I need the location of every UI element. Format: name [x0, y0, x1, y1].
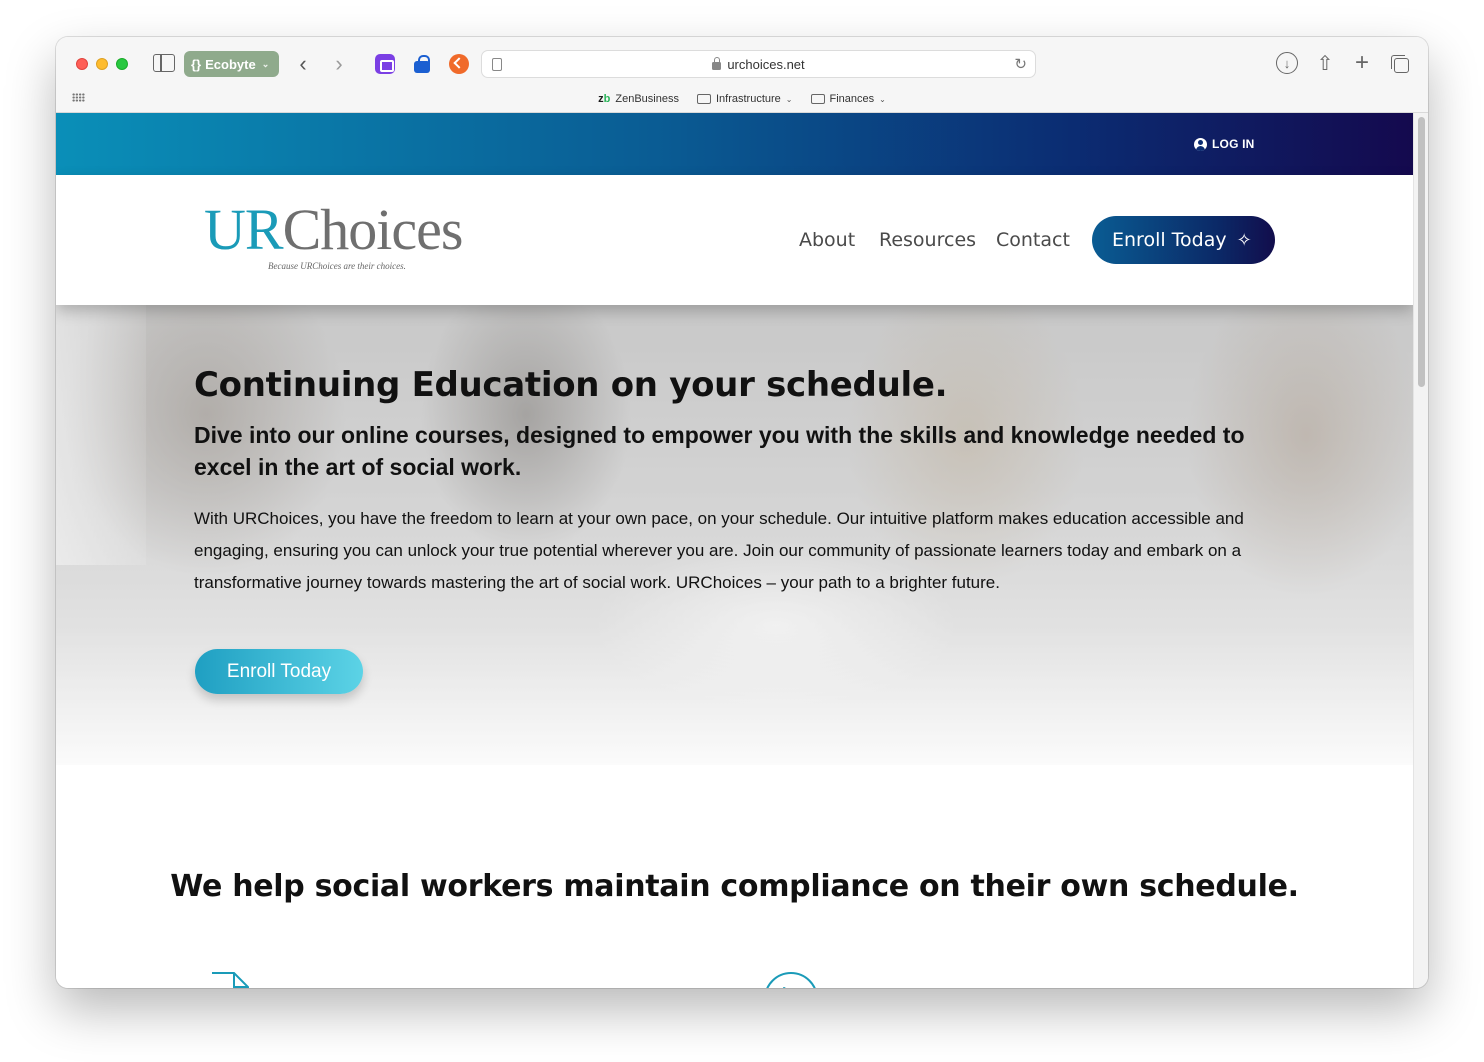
- hero-subtitle: Dive into our online courses, designed t…: [194, 422, 1245, 480]
- browser-toolbar: {} Ecobyte ⌄ ‹ › urchoices.net ↻ ↓ ⇧ + z…: [56, 37, 1428, 113]
- scrollbar-thumb[interactable]: [1418, 117, 1425, 387]
- minimize-window-button[interactable]: [96, 58, 108, 70]
- bookmark-finances[interactable]: Finances ⌄: [810, 93, 886, 105]
- sidebar-icon[interactable]: [153, 54, 175, 72]
- scrollbar[interactable]: [1413, 113, 1428, 988]
- enroll-today-hero-button[interactable]: Enroll Today: [195, 649, 363, 694]
- zoom-window-button[interactable]: [116, 58, 128, 70]
- close-window-button[interactable]: [76, 58, 88, 70]
- bookmark-zenbusiness[interactable]: zb ZenBusiness: [598, 93, 679, 105]
- new-tab-icon[interactable]: +: [1351, 49, 1373, 76]
- address-bar[interactable]: urchoices.net ↻: [481, 50, 1036, 78]
- enroll-today-nav-button[interactable]: Enroll Today ✧: [1092, 216, 1275, 264]
- top-bar: LOG IN: [56, 113, 1413, 175]
- section-title: We help social workers maintain complian…: [170, 869, 1299, 904]
- nav-resources[interactable]: Resources: [879, 229, 976, 251]
- chevron-down-icon: ⌄: [879, 94, 886, 104]
- tab-group-label: Ecobyte: [205, 56, 256, 72]
- page-viewport: LOG IN URChoices Because URChoices are t…: [56, 113, 1413, 988]
- back-icon[interactable]: ‹: [292, 51, 314, 77]
- extension-1-icon[interactable]: [375, 54, 395, 74]
- share-icon[interactable]: ⇧: [1314, 52, 1336, 75]
- certificate-icon: [212, 972, 249, 988]
- logo-tagline: Because URChoices are their choices.: [268, 261, 406, 271]
- tab-group-braces-icon: {}: [191, 56, 202, 72]
- zenbusiness-icon: zb: [598, 93, 611, 105]
- extension-2-icon[interactable]: [412, 54, 432, 74]
- hero-title: Continuing Education on your schedule.: [194, 365, 948, 405]
- site-header: URChoices Because URChoices are their ch…: [56, 175, 1413, 305]
- folder-icon: [696, 94, 711, 104]
- chevron-down-icon: ⌄: [785, 94, 793, 104]
- bookmark-infrastructure[interactable]: Infrastructure ⌄: [696, 93, 793, 105]
- user-icon: [1194, 137, 1207, 151]
- chevron-down-icon: ⌄: [261, 58, 270, 69]
- browser-window: {} Ecobyte ⌄ ‹ › urchoices.net ↻ ↓ ⇧ + z…: [56, 37, 1428, 988]
- download-icon[interactable]: ↓: [1276, 52, 1298, 74]
- page-icon: [492, 58, 502, 71]
- nav-about[interactable]: About: [799, 229, 855, 251]
- hero-body: With URChoices, you have the freedom to …: [194, 509, 1244, 592]
- play-icon: [766, 972, 816, 988]
- login-link[interactable]: LOG IN: [1194, 137, 1255, 151]
- folder-icon: [810, 94, 825, 104]
- tabs-overview-icon[interactable]: [1389, 52, 1411, 74]
- extension-3-icon[interactable]: [449, 54, 469, 74]
- site-logo[interactable]: URChoices: [204, 201, 463, 259]
- bookmarks-bar: zb ZenBusiness Infrastructure ⌄ Finances…: [56, 89, 1428, 109]
- reload-icon[interactable]: ↻: [1014, 55, 1027, 73]
- url-text: urchoices.net: [727, 56, 805, 72]
- sparkle-icon: ✧: [1236, 229, 1252, 251]
- hero-section: Continuing Education on your schedule. D…: [56, 305, 1413, 765]
- lock-icon: [712, 57, 722, 70]
- tab-group-button[interactable]: {} Ecobyte ⌄: [184, 51, 279, 77]
- forward-icon[interactable]: ›: [328, 51, 350, 77]
- nav-contact[interactable]: Contact: [996, 229, 1070, 251]
